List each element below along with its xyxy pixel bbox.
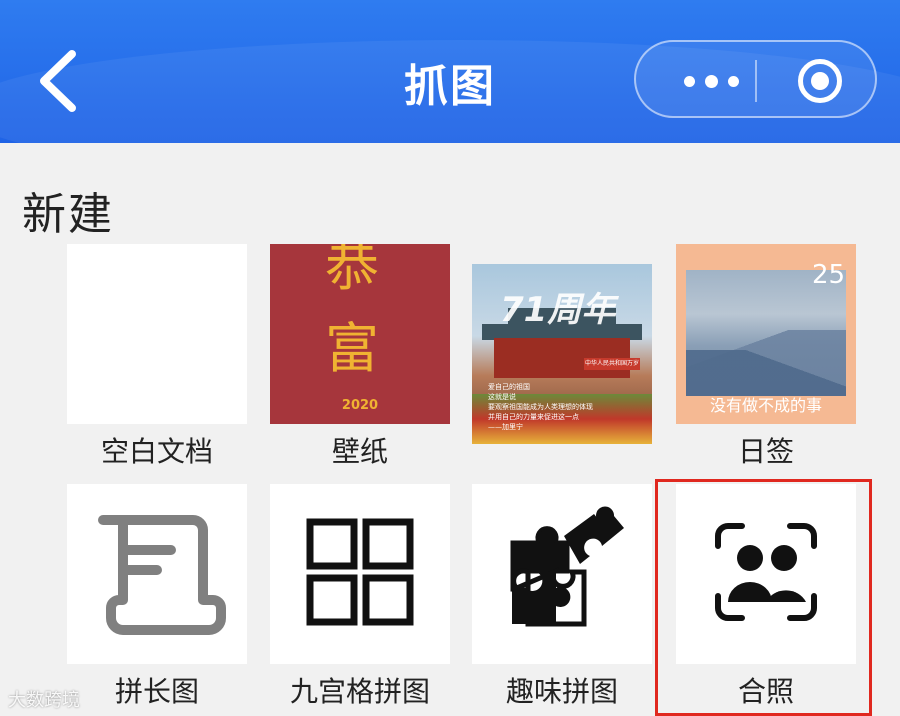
anniversary-poster-thumbnail: 中华人民共和国万岁 71周年 爱自己的祖国 这就是说 要观察祖国能成为人类理想的…	[472, 264, 652, 444]
wallpaper-year: 2020	[341, 398, 379, 413]
close-mini-program-button[interactable]	[798, 59, 842, 103]
wallpaper-char-1: 恭	[325, 244, 379, 298]
more-dots-icon	[683, 75, 695, 87]
wallpaper-char-2: 富	[325, 317, 379, 380]
capsule-divider	[755, 60, 757, 102]
wallpaper-thumbnail: 恭 富 2020	[270, 244, 450, 424]
poster-plaque: 中华人民共和国万岁	[584, 358, 640, 370]
top-navigation-bar: 抓图	[0, 0, 900, 143]
poster-text: 爱自己的祖国 这就是说 要观察祖国能成为人类理想的体现 并用自己的力量来促进这一…	[488, 383, 593, 431]
grid-icon	[306, 518, 414, 626]
group-photo-icon	[715, 523, 817, 621]
daily-sign-thumbnail: 25 没有做不成的事	[676, 244, 856, 424]
mini-program-capsule	[634, 40, 877, 118]
puzzle-icon	[510, 506, 624, 627]
template-label: 日签	[737, 435, 794, 468]
template-label: 九宫格拼图	[289, 675, 430, 708]
watermark: 大数跨境	[8, 690, 80, 711]
section-title: 新建	[22, 189, 114, 240]
daily-sign-quote: 没有做不成的事	[709, 396, 822, 415]
poster-headline: 71周年	[500, 290, 616, 330]
blank-document-thumbnail	[67, 244, 247, 424]
template-label: 壁纸	[331, 435, 388, 468]
template-label: 合照	[737, 675, 794, 708]
template-label: 拼长图	[114, 675, 199, 708]
template-label: 空白文档	[100, 435, 213, 468]
more-button[interactable]	[666, 64, 756, 98]
daily-sign-day: 25	[812, 260, 846, 290]
template-label: 趣味拼图	[505, 675, 618, 708]
long-image-icon	[98, 515, 226, 635]
